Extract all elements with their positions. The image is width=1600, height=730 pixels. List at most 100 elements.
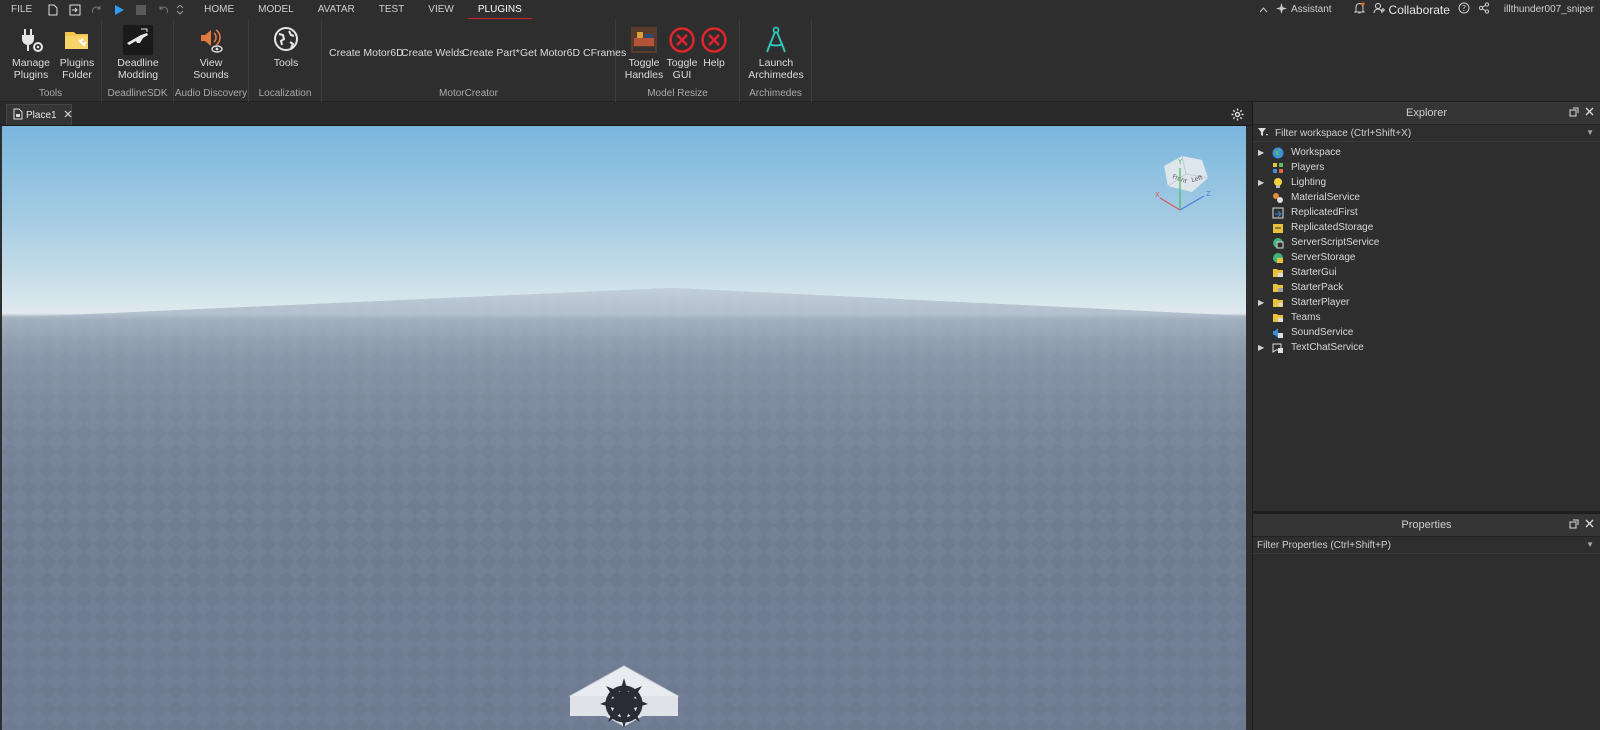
tab-model[interactable]: MODEL (246, 0, 306, 19)
assistant-sparkle-icon[interactable] (1275, 2, 1287, 17)
file-menu[interactable]: FILE (0, 0, 42, 19)
explorer-item-startergui[interactable]: StarterGui (1253, 265, 1600, 280)
explorer-item-workspace[interactable]: ▶ Workspace (1253, 145, 1600, 160)
explorer-item-label: ServerStorage (1291, 252, 1356, 263)
view-cube[interactable]: Front Left X Y Z (1152, 152, 1222, 218)
collapse-ribbon-icon[interactable] (1259, 4, 1268, 16)
new-file-icon[interactable] (42, 0, 64, 19)
explorer-item-replicatedfirst[interactable]: ReplicatedFirst (1253, 205, 1600, 220)
create-welds-button[interactable]: Create Welds (401, 47, 464, 59)
close-panel-icon[interactable] (1585, 519, 1594, 532)
explorer-item-serverscriptservice[interactable]: ServerScriptService (1253, 235, 1600, 250)
svg-text:?: ? (1462, 4, 1466, 13)
open-file-icon[interactable] (64, 0, 86, 19)
filter-funnel-icon[interactable] (1257, 127, 1269, 140)
play-icon[interactable] (108, 0, 130, 19)
svg-text:X: X (1155, 191, 1160, 199)
folder-gui-icon (1271, 266, 1284, 279)
undo-icon[interactable] (152, 0, 174, 19)
explorer-item-lighting[interactable]: ▶ Lighting (1253, 175, 1600, 190)
tab-avatar[interactable]: AVATAR (306, 0, 367, 19)
manage-plugins-button[interactable]: Manage Plugins (10, 25, 52, 81)
create-part-button[interactable]: Create Part* (462, 47, 520, 59)
explorer-item-textchatservice[interactable]: ▶ TextChatService (1253, 340, 1600, 355)
collaborate-button[interactable]: Collaborate (1389, 3, 1450, 17)
replicated-storage-icon (1271, 221, 1284, 234)
close-panel-icon[interactable] (1585, 107, 1594, 120)
folder-pack-icon (1271, 281, 1284, 294)
collaborate-user-icon[interactable] (1373, 2, 1385, 17)
document-tab-place1[interactable]: Place1 (6, 104, 72, 125)
filter-dropdown-icon[interactable]: ▼ (1586, 128, 1594, 137)
properties-panel: Properties Filter Properties (Ctrl+Shift… (1252, 514, 1600, 730)
undock-icon[interactable] (1569, 107, 1579, 120)
plug-gear-icon (16, 25, 46, 55)
create-motor6d-button[interactable]: Create Motor6D (329, 47, 404, 59)
explorer-item-label: StarterPack (1291, 282, 1344, 293)
customize-quick-access-icon[interactable] (174, 0, 186, 19)
explorer-item-replicatedstorage[interactable]: ReplicatedStorage (1253, 220, 1600, 235)
explorer-item-teams[interactable]: Teams (1253, 310, 1600, 325)
undock-icon[interactable] (1569, 519, 1579, 532)
explorer-item-soundservice[interactable]: SoundService (1253, 325, 1600, 340)
explorer-item-starterpack[interactable]: StarterPack (1253, 280, 1600, 295)
expand-arrow-icon[interactable]: ▶ (1253, 298, 1271, 307)
localization-tools-button[interactable]: Tools (265, 25, 307, 69)
help-icon[interactable]: ? (1458, 2, 1470, 17)
ribbon-group-deadlinesdk: Deadline Modding DeadlineSDK (102, 19, 174, 102)
filter-dropdown-icon[interactable]: ▼ (1586, 540, 1594, 549)
explorer-item-label: ReplicatedStorage (1291, 222, 1374, 233)
ribbon-group-localization: Tools Localization (249, 19, 322, 102)
stop-icon[interactable] (130, 0, 152, 19)
view-sounds-button[interactable]: View Sounds (190, 25, 232, 81)
ribbon-group-label: Tools (38, 88, 63, 99)
ribbon-toolbar: Manage Plugins Plugins Folder Tools Dead… (0, 19, 1600, 102)
deadline-modding-button[interactable]: Deadline Modding (114, 25, 162, 81)
ribbon-group-label: Model Resize (647, 88, 708, 99)
baseplate-ground (2, 288, 1246, 730)
explorer-tree: ▶ Workspace Players ▶ Lighting MaterialServic… (1253, 142, 1600, 355)
expand-arrow-icon[interactable]: ▶ (1253, 148, 1271, 157)
assistant-button[interactable]: Assistant (1291, 4, 1332, 15)
tab-view[interactable]: VIEW (416, 0, 466, 19)
expand-arrow-icon[interactable]: ▶ (1253, 178, 1271, 187)
ribbon-group-label: MotorCreator (439, 88, 498, 99)
share-icon[interactable] (1478, 2, 1490, 17)
notification-bell-icon[interactable] (1353, 2, 1365, 17)
redo-icon[interactable] (86, 0, 108, 19)
explorer-item-label: Teams (1291, 312, 1321, 323)
viewport-settings-gear-icon[interactable] (1229, 106, 1245, 122)
lightbulb-icon (1271, 176, 1284, 189)
explorer-item-starterplayer[interactable]: ▶ StarterPlayer (1253, 295, 1600, 310)
folder-player-icon (1271, 296, 1284, 309)
toggle-gui-button[interactable]: Toggle GUI (666, 25, 698, 81)
ribbon-group-label: Audio Discovery (174, 88, 248, 99)
explorer-item-serverstorage[interactable]: ServerStorage (1253, 250, 1600, 265)
3d-viewport[interactable]: Front Left X Y Z (2, 126, 1246, 730)
launch-archimedes-button[interactable]: Launch Archimedes (746, 25, 806, 81)
toggle-handles-button[interactable]: Toggle Handles (624, 25, 664, 81)
tab-home[interactable]: HOME (192, 0, 246, 19)
explorer-filter-input[interactable]: Filter workspace (Ctrl+Shift+X) ▼ (1253, 125, 1600, 142)
ribbon-group-motorcreator: Create Motor6D Create Welds Create Part*… (322, 19, 626, 102)
resize-help-button[interactable]: Help (698, 25, 730, 69)
explorer-item-materialservice[interactable]: MaterialService (1253, 190, 1600, 205)
tab-plugins[interactable]: PLUGINS (465, 0, 534, 25)
replicated-first-icon (1271, 206, 1284, 219)
document-tab-bar: Place1 (0, 102, 1252, 126)
close-tab-icon[interactable] (64, 110, 72, 121)
handles-thumbnail-icon (629, 25, 659, 55)
get-motor6d-cframes-button[interactable]: Get Motor6D CFrames (520, 47, 626, 59)
expand-arrow-icon[interactable]: ▶ (1253, 343, 1271, 352)
explorer-item-label: StarterPlayer (1291, 297, 1350, 308)
explorer-title: Explorer (1406, 107, 1447, 119)
explorer-item-players[interactable]: Players (1253, 160, 1600, 175)
globe-tools-icon (271, 25, 301, 55)
ribbon-group-tools: Manage Plugins Plugins Folder Tools (0, 19, 102, 102)
tab-test[interactable]: TEST (367, 0, 417, 19)
speaker-eye-icon (196, 25, 226, 55)
plugins-folder-button[interactable]: Plugins Folder (56, 25, 98, 81)
username-label[interactable]: illthunder007_sniper (1504, 4, 1594, 15)
ribbon-group-label: Archimedes (749, 88, 802, 99)
properties-filter-input[interactable]: Filter Properties (Ctrl+Shift+P) ▼ (1253, 537, 1600, 554)
